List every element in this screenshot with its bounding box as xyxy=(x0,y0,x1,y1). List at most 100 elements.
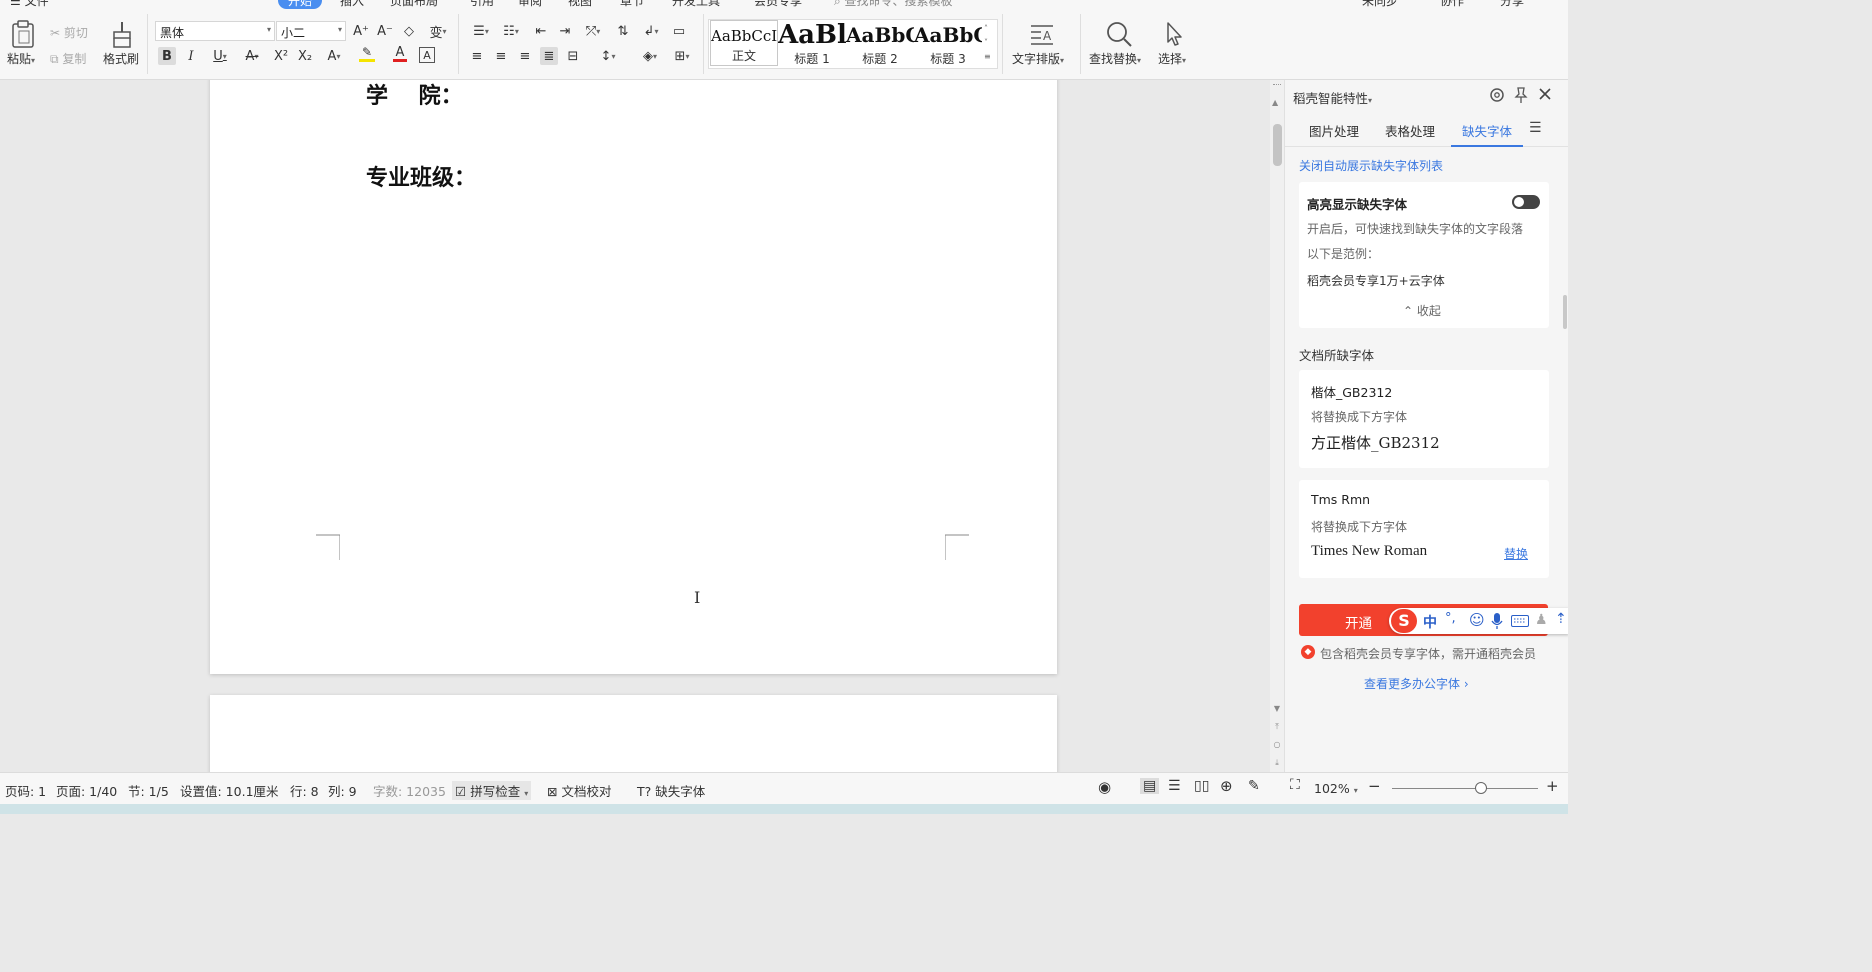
tab-view[interactable]: 视图 xyxy=(568,0,592,9)
phonetic-icon[interactable]: 变 ▾ xyxy=(424,22,452,41)
column-indicator[interactable]: 列: 9 xyxy=(328,781,357,800)
select-button[interactable] xyxy=(1162,20,1186,48)
tab-member[interactable]: 会员专享 xyxy=(754,0,802,9)
skin-icon[interactable]: ♟ xyxy=(1535,612,1548,628)
tab-home[interactable]: 开始 xyxy=(278,0,323,9)
ime-logo-icon[interactable]: S xyxy=(1391,609,1417,633)
italic-icon[interactable]: I xyxy=(182,47,200,65)
grow-font-icon[interactable]: A⁺ xyxy=(352,22,370,40)
ruler-icon[interactable]: ▭ xyxy=(670,22,688,40)
write-mode-icon[interactable]: ✎ xyxy=(1248,778,1260,794)
missing-font-button[interactable]: T? 缺失字体 xyxy=(637,781,705,800)
command-search[interactable]: ⌕ 查找命令、搜索模板 xyxy=(834,0,953,9)
paste-label[interactable]: 粘贴▾ xyxy=(7,50,35,67)
border-icon[interactable]: ⊞ ▾ xyxy=(668,47,696,65)
scroll-thumb[interactable] xyxy=(1273,124,1282,166)
text-layout-label[interactable]: 文字排版▾ xyxy=(1012,50,1064,67)
copy-button[interactable]: ⧉ 复制 xyxy=(50,50,86,67)
settings-icon[interactable] xyxy=(1488,86,1506,104)
font-color-icon[interactable]: A xyxy=(386,45,414,63)
tab-image-processing[interactable]: 图片处理 xyxy=(1309,121,1359,140)
text-direction-icon[interactable]: ⤱ ▾ xyxy=(580,22,606,40)
more-fonts-link[interactable]: 查看更多办公字体 › xyxy=(1364,675,1469,692)
panel-scroll-thumb[interactable] xyxy=(1563,295,1567,329)
document-page[interactable]: 学 院： 专业班级： I xyxy=(210,80,1057,674)
scroll-nav-buttons[interactable]: ▼ ⤒ ○ ⤓ xyxy=(1272,700,1282,772)
shading-icon[interactable]: ◈ ▾ xyxy=(636,47,664,65)
page-count[interactable]: 页面: 1/40 xyxy=(56,781,117,800)
tab-layout[interactable]: 页面布局 xyxy=(390,0,438,9)
document-page-2[interactable] xyxy=(210,695,1057,772)
close-auto-display-link[interactable]: 关闭自动展示缺失字体列表 xyxy=(1299,157,1443,174)
toolbox-icon[interactable]: ⇡ xyxy=(1555,611,1567,627)
tab-missing-fonts[interactable]: 缺失字体 xyxy=(1451,121,1523,147)
document-area[interactable]: 学 院： 专业班级： I xyxy=(0,80,1270,772)
keyboard-icon[interactable] xyxy=(1511,615,1529,627)
zoom-out-icon[interactable]: − xyxy=(1368,777,1381,795)
font-size-select[interactable]: 小二 ▾ xyxy=(276,21,346,41)
fit-page-icon[interactable]: ⛶ xyxy=(1290,777,1300,793)
scroll-up-icon[interactable]: ▲ xyxy=(1272,98,1278,107)
vertical-scrollbar[interactable]: ▲ ▼ ⤒ ○ ⤓ xyxy=(1270,80,1284,772)
tab-chapter[interactable]: 章节 xyxy=(620,0,644,9)
underline-icon[interactable]: U ▾ xyxy=(206,47,234,65)
subscript-icon[interactable]: X₂ xyxy=(296,47,314,65)
row-indicator[interactable]: 行: 8 xyxy=(290,781,319,800)
close-icon[interactable] xyxy=(1537,86,1553,102)
outline-view-icon[interactable]: ☰ xyxy=(1168,778,1181,794)
text-layout-button[interactable]: A xyxy=(1028,20,1056,48)
numbered-list-icon[interactable]: ☷ ▾ xyxy=(498,22,524,40)
ime-chinese-mode[interactable]: 中 xyxy=(1423,612,1437,632)
tabs-menu-icon[interactable]: ☰ xyxy=(1529,120,1542,136)
word-count[interactable]: 字数: 12035 xyxy=(373,781,446,800)
distributed-icon[interactable]: ⊟ xyxy=(564,47,582,65)
line-spacing-icon[interactable]: ↕ ▾ xyxy=(594,47,622,65)
char-border-icon[interactable]: A xyxy=(419,47,435,63)
position-setting[interactable]: 设置值: 10.1厘米 xyxy=(180,781,279,800)
ime-toolbar[interactable]: S 中 °, ☺ ♟ ⇡ xyxy=(1389,608,1568,634)
tab-insert[interactable]: 插入 xyxy=(340,0,364,9)
select-label[interactable]: 选择▾ xyxy=(1158,50,1186,67)
text-effect-icon[interactable]: A ▾ xyxy=(320,47,348,65)
find-replace-label[interactable]: 查找替换▾ xyxy=(1089,50,1141,67)
bold-icon[interactable]: B xyxy=(158,47,176,65)
superscript-icon[interactable]: X² xyxy=(272,47,290,65)
zoom-level[interactable]: 102% ▾ xyxy=(1314,781,1358,796)
increase-indent-icon[interactable]: ⇥ xyxy=(556,22,574,40)
style-normal[interactable]: AaBbCcI 正文 xyxy=(710,20,778,66)
emoji-icon[interactable]: ☺ xyxy=(1469,611,1485,629)
clear-format-icon[interactable]: ◇ xyxy=(400,22,418,40)
style-heading2[interactable]: AaBbC 标题 2 xyxy=(846,20,914,66)
paste-button[interactable] xyxy=(10,20,36,48)
menu-file[interactable]: ☰ 文件 xyxy=(10,0,49,9)
sync-status[interactable]: 未同步 xyxy=(1362,0,1398,9)
format-painter-label[interactable]: 格式刷 xyxy=(103,50,139,67)
panel-title[interactable]: 稻壳智能特性▾ xyxy=(1293,88,1372,107)
share-button[interactable]: 分享 xyxy=(1500,0,1524,9)
web-view-icon[interactable]: ⊕ xyxy=(1220,777,1233,795)
justify-icon[interactable]: ≣ xyxy=(540,47,558,65)
zoom-slider-thumb[interactable] xyxy=(1475,782,1488,794)
major-class-line[interactable]: 专业班级： xyxy=(366,160,476,192)
college-line[interactable]: 学 院： xyxy=(366,80,463,110)
style-heading1[interactable]: AaBl 标题 1 xyxy=(778,20,846,66)
tab-references[interactable]: 引用 xyxy=(470,0,494,9)
tab-table-processing[interactable]: 表格处理 xyxy=(1385,121,1435,140)
microphone-icon[interactable] xyxy=(1491,613,1503,629)
collapse-button[interactable]: ⌃ 收起 xyxy=(1403,302,1441,319)
format-painter-button[interactable] xyxy=(110,20,134,48)
align-left-icon[interactable]: ≡ xyxy=(468,47,486,65)
line-break-icon[interactable]: ↲ ▾ xyxy=(638,22,664,40)
find-replace-button[interactable] xyxy=(1104,20,1134,48)
align-right-icon[interactable]: ≡ xyxy=(516,47,534,65)
sort-icon[interactable]: ⇅ xyxy=(614,22,632,40)
zoom-slider[interactable] xyxy=(1392,782,1538,794)
collab-button[interactable]: 协作 xyxy=(1440,0,1464,9)
style-heading3[interactable]: AaBbC 标题 3 xyxy=(914,20,982,66)
pin-icon[interactable] xyxy=(1513,86,1529,104)
proofread-button[interactable]: ⊠ 文档校对 xyxy=(547,781,611,800)
style-gallery-scroll[interactable]: ˄ ˅ ≡ xyxy=(984,22,991,64)
page-view-icon[interactable]: ▤ xyxy=(1140,778,1160,794)
bullet-list-icon[interactable]: ☰ ▾ xyxy=(468,22,494,40)
zoom-in-icon[interactable]: + xyxy=(1546,777,1559,795)
